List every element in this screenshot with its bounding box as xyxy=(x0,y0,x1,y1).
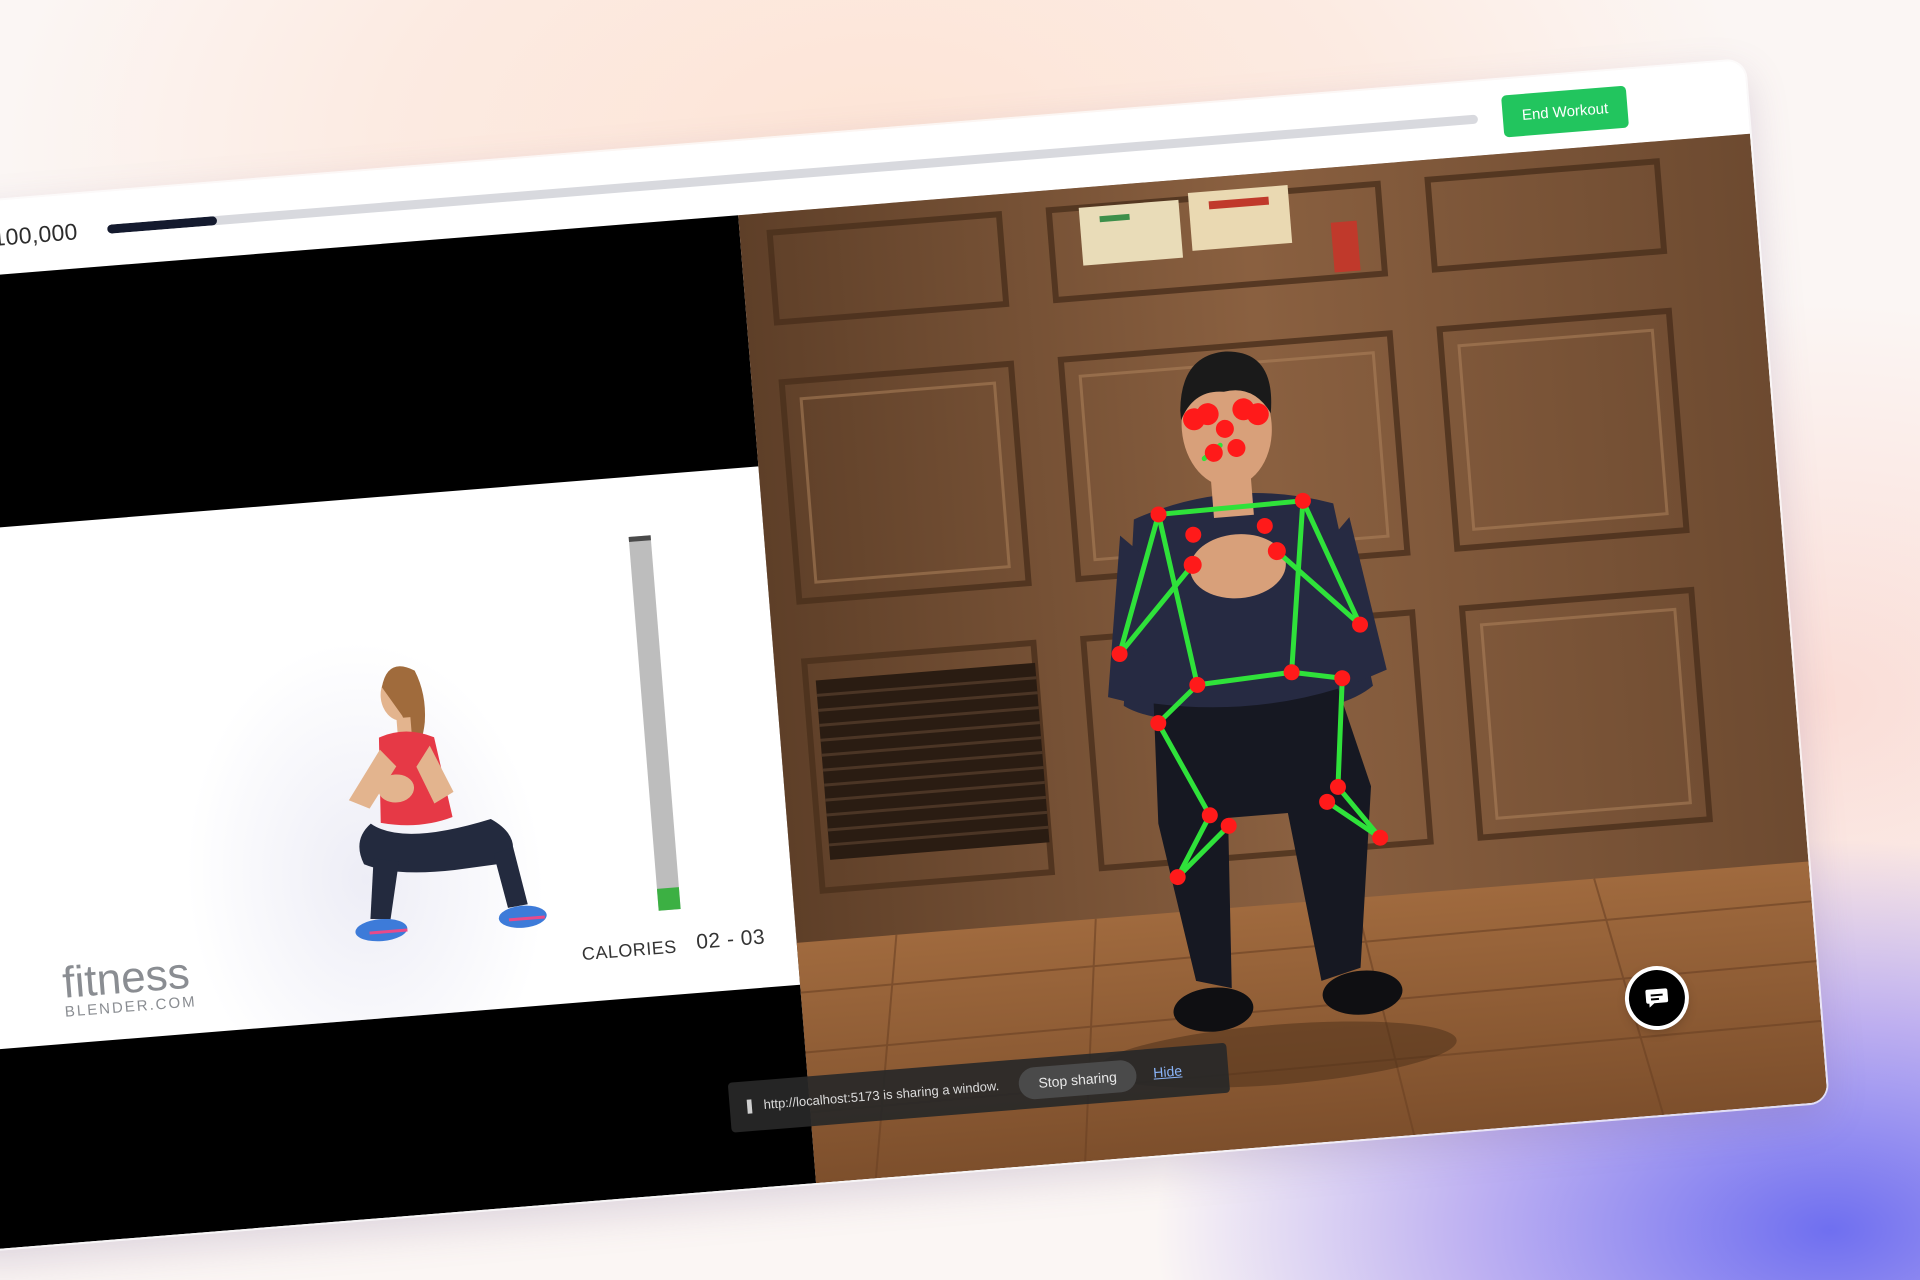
app-window: 100,000 End Workout fitness BLENDER.COM … xyxy=(0,60,1828,1252)
reference-video-panel: fitness BLENDER.COM CALORIES 02 - 03 xyxy=(0,215,817,1252)
score-display: 100,000 xyxy=(0,218,79,252)
chat-bubble-icon xyxy=(1645,988,1669,1008)
stop-sharing-button[interactable]: Stop sharing xyxy=(1017,1059,1138,1101)
reference-video[interactable]: fitness BLENDER.COM CALORIES 02 - 03 xyxy=(0,466,801,1054)
brand-logo: fitness BLENDER.COM xyxy=(60,948,198,1021)
end-workout-button[interactable]: End Workout xyxy=(1501,85,1630,138)
webcam-panel xyxy=(738,133,1828,1184)
screen-share-message: http://localhost:5173 is sharing a windo… xyxy=(762,1078,1000,1112)
calorie-meter-fill xyxy=(656,886,681,911)
pause-bars-icon: ❚ xyxy=(742,1096,756,1114)
pose-skeleton-overlay xyxy=(1111,398,1389,886)
hide-share-bar-link[interactable]: Hide xyxy=(1153,1062,1183,1080)
workout-progress-fill xyxy=(106,216,218,234)
